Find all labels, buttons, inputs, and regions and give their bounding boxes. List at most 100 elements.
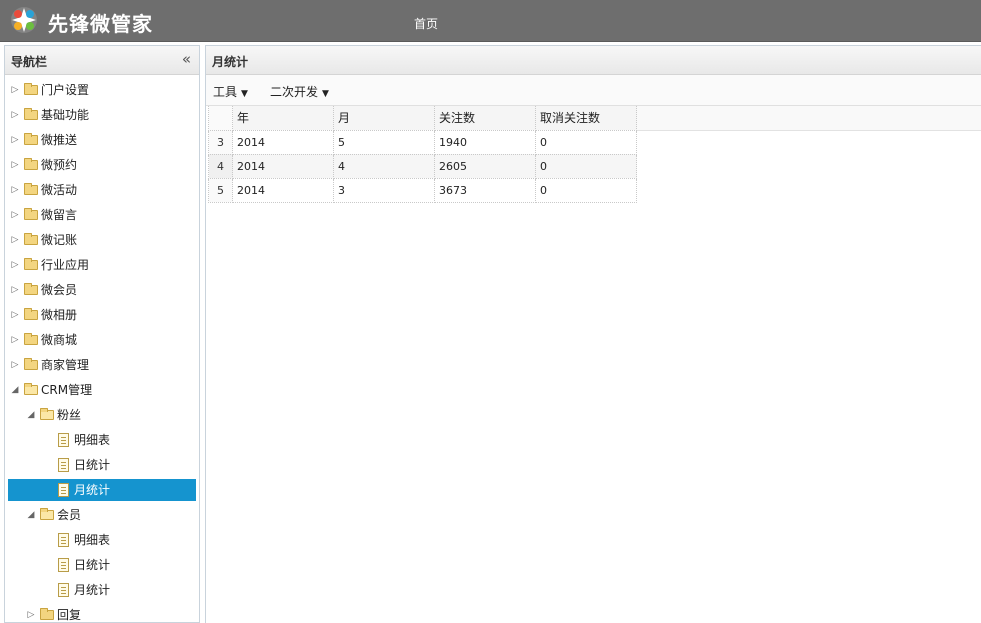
cell-unfollows: 0 <box>535 177 637 203</box>
folder-icon <box>24 158 38 170</box>
column-header-month[interactable]: 月 <box>333 106 435 131</box>
panel-header: 月统计 <box>206 46 981 75</box>
sidebar-item-label: 微活动 <box>41 183 78 197</box>
sidebar-item-label: 月统计 <box>74 583 111 597</box>
grid-header-filler <box>636 106 981 131</box>
sidebar-item[interactable]: ▷ 门户设置 <box>8 79 196 101</box>
sidebar-item[interactable]: ▷ 微留言 <box>8 204 196 226</box>
sidebar-item-label: 日统计 <box>74 558 111 572</box>
sidebar-item[interactable]: 月统计 <box>8 479 196 501</box>
cell-month: 4 <box>333 153 435 179</box>
expanded-arrow-icon[interactable]: ◢ <box>26 404 36 426</box>
sidebar-item[interactable]: ▷ 基础功能 <box>8 104 196 126</box>
expanded-arrow-icon[interactable]: ◢ <box>10 379 20 401</box>
collapsed-arrow-icon[interactable]: ▷ <box>10 104 20 126</box>
collapsed-arrow-icon[interactable]: ▷ <box>10 179 20 201</box>
dev-menu-label: 二次开发 <box>270 85 319 99</box>
folder-icon <box>24 208 38 220</box>
folder-icon <box>24 233 38 245</box>
sidebar-item[interactable]: 日统计 <box>8 454 196 476</box>
sidebar-item[interactable]: ▷ 微推送 <box>8 129 196 151</box>
cell-month: 3 <box>333 177 435 203</box>
home-link[interactable]: 首页 <box>414 15 438 32</box>
collapsed-arrow-icon[interactable]: ▷ <box>10 354 20 376</box>
sidebar-item[interactable]: ▷ 微记账 <box>8 229 196 251</box>
cell-follows: 1940 <box>434 129 536 155</box>
sidebar-item[interactable]: ▷ 微预约 <box>8 154 196 176</box>
chevron-down-icon: ▼ <box>322 89 329 99</box>
app-logo-icon <box>11 7 37 33</box>
sidebar-item-label: 回复 <box>57 608 82 622</box>
sidebar-item-label: 微预约 <box>41 158 78 172</box>
table-row[interactable]: 5 2014 3 3673 0 <box>208 177 637 203</box>
chevron-down-icon: ▼ <box>241 89 248 99</box>
folder-icon <box>40 408 54 420</box>
table-header-row: 年 月 关注数 取消关注数 <box>208 106 637 131</box>
collapsed-arrow-icon[interactable]: ▷ <box>10 229 20 251</box>
folder-icon <box>24 83 38 95</box>
sidebar-item[interactable]: ▷ 微相册 <box>8 304 196 326</box>
sidebar-item[interactable]: ▷ 微会员 <box>8 279 196 301</box>
sidebar-item[interactable]: 明细表 <box>8 429 196 451</box>
table-row[interactable]: 4 2014 4 2605 0 <box>208 153 637 179</box>
collapse-sidebar-icon[interactable]: « <box>182 50 191 68</box>
column-header-unfollows[interactable]: 取消关注数 <box>535 106 637 131</box>
folder-icon <box>40 508 54 520</box>
folder-icon <box>24 283 38 295</box>
folder-icon <box>24 333 38 345</box>
column-header-follows[interactable]: 关注数 <box>434 106 536 131</box>
collapsed-arrow-icon[interactable]: ▷ <box>10 279 20 301</box>
expanded-arrow-icon[interactable]: ◢ <box>26 504 36 526</box>
sidebar-item-label: CRM管理 <box>41 383 93 397</box>
document-icon <box>58 583 69 597</box>
sidebar-item[interactable]: ▷ 回复 <box>8 604 196 622</box>
sidebar-item-label: 行业应用 <box>41 258 90 272</box>
navigation-sidebar: 导航栏 « ▷ 门户设置 ▷ 基础功能 ▷ 微推送 ▷ 微预约 ▷ 微活动 ▷ 微留言 ▷ 微记账 ▷ 行业应… <box>4 45 200 623</box>
tools-menu-button[interactable]: 工具 ▼ <box>213 83 248 100</box>
folder-icon <box>24 108 38 120</box>
sidebar-item[interactable]: ▷ 行业应用 <box>8 254 196 276</box>
sidebar-item[interactable]: ◢ 会员 <box>8 504 196 526</box>
sidebar-item-label: 微相册 <box>41 308 78 322</box>
cell-follows: 3673 <box>434 177 536 203</box>
folder-icon <box>24 133 38 145</box>
dev-menu-button[interactable]: 二次开发 ▼ <box>270 83 329 100</box>
sidebar-item[interactable]: 明细表 <box>8 529 196 551</box>
cell-year: 2014 <box>232 153 334 179</box>
collapsed-arrow-icon[interactable]: ▷ <box>26 604 36 622</box>
collapsed-arrow-icon[interactable]: ▷ <box>10 204 20 226</box>
sidebar-item[interactable]: ◢ 粉丝 <box>8 404 196 426</box>
collapsed-arrow-icon[interactable]: ▷ <box>10 79 20 101</box>
row-number-header <box>208 106 233 131</box>
sidebar-item[interactable]: ▷ 微商城 <box>8 329 196 351</box>
collapsed-arrow-icon[interactable]: ▷ <box>10 254 20 276</box>
sidebar-item-label: 明细表 <box>74 533 111 547</box>
document-icon <box>58 483 69 497</box>
document-icon <box>58 533 69 547</box>
sidebar-item-label: 粉丝 <box>57 408 82 422</box>
sidebar-item[interactable]: 月统计 <box>8 579 196 601</box>
sidebar-item-label: 门户设置 <box>41 83 90 97</box>
sidebar-item-label: 商家管理 <box>41 358 90 372</box>
tools-menu-label: 工具 <box>213 85 238 99</box>
sidebar-item[interactable]: ◢ CRM管理 <box>8 379 196 401</box>
sidebar-item-label: 明细表 <box>74 433 111 447</box>
cell-year: 2014 <box>232 177 334 203</box>
sidebar-item-label: 日统计 <box>74 458 111 472</box>
sidebar-item[interactable]: ▷ 商家管理 <box>8 354 196 376</box>
sidebar-item-label: 月统计 <box>74 483 111 497</box>
table-row[interactable]: 3 2014 5 1940 0 <box>208 129 637 155</box>
collapsed-arrow-icon[interactable]: ▷ <box>10 329 20 351</box>
collapsed-arrow-icon[interactable]: ▷ <box>10 154 20 176</box>
folder-icon <box>24 308 38 320</box>
sidebar-item-label: 基础功能 <box>41 108 90 122</box>
sidebar-item-label: 微商城 <box>41 333 78 347</box>
sidebar-item[interactable]: ▷ 微活动 <box>8 179 196 201</box>
sidebar-item-label: 会员 <box>57 508 82 522</box>
column-header-year[interactable]: 年 <box>232 106 334 131</box>
sidebar-item[interactable]: 日统计 <box>8 554 196 576</box>
main-panel: 月统计 工具 ▼ 二次开发 ▼ 年 月 关注数 取消关注数 3 2014 5 194… <box>205 45 981 623</box>
collapsed-arrow-icon[interactable]: ▷ <box>10 304 20 326</box>
sidebar-item-label: 微留言 <box>41 208 78 222</box>
collapsed-arrow-icon[interactable]: ▷ <box>10 129 20 151</box>
